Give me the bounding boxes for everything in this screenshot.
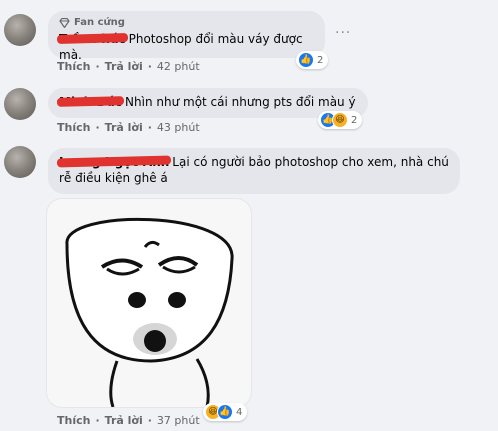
like-icon: 👍	[217, 404, 233, 420]
reply-button[interactable]: Trả lời	[105, 60, 143, 73]
timestamp[interactable]: 43 phút	[157, 121, 200, 134]
comment-actions: Thích · Trả lời · 37 phút	[57, 414, 200, 427]
haha-icon: 😆	[332, 112, 348, 128]
sticker-image[interactable]	[46, 198, 252, 408]
fan-badge-label: Fan cứng	[74, 17, 125, 28]
reaction-count: 2	[317, 54, 324, 66]
avatar[interactable]	[4, 146, 36, 178]
like-button[interactable]: Thích	[57, 121, 90, 134]
reply-button[interactable]: Trả lời	[105, 414, 143, 427]
timestamp[interactable]: 42 phút	[157, 60, 200, 73]
comment-text: Lương Ngọc AnhLại có người bảo photoshop…	[56, 154, 449, 186]
like-icon: 👍	[298, 52, 314, 68]
reaction-count: 4	[236, 406, 243, 418]
comment-body: Nhìn như một cái nhưng pts đổi màu ý	[125, 95, 356, 109]
avatar[interactable]	[4, 88, 36, 120]
reaction-summary[interactable]: 👍 2	[296, 51, 329, 69]
comment-thread: Fan cứng Trần PhúcPhotoshop đổi màu váy …	[0, 0, 498, 431]
fan-badge: Fan cứng	[59, 17, 314, 28]
comment-bubble: Fan cứng Trần PhúcPhotoshop đổi màu váy …	[48, 11, 325, 62]
reaction-count: 2	[351, 114, 358, 126]
reaction-summary[interactable]: 😆 👍 4	[203, 403, 248, 421]
reply-button[interactable]: Trả lời	[105, 121, 143, 134]
avatar[interactable]	[4, 14, 36, 46]
comment-text: Trần PhúcPhotoshop đổi màu váy được mà.	[56, 31, 314, 63]
redaction-mark	[56, 33, 128, 44]
comment-bubble: Lương Ngọc AnhLại có người bảo photoshop…	[48, 148, 460, 194]
author-name[interactable]: Lương Ngọc Anh	[56, 154, 172, 170]
redaction-mark	[56, 96, 125, 107]
comment-actions: Thích · Trả lời · 42 phút	[57, 60, 200, 73]
comment-actions: Thích · Trả lời · 43 phút	[57, 121, 200, 134]
like-button[interactable]: Thích	[57, 414, 90, 427]
author-name[interactable]: Minh Đức	[56, 94, 125, 110]
more-options-icon[interactable]: ···	[335, 25, 351, 41]
meme-face-sticker	[65, 217, 234, 407]
comment-text: Minh ĐứcNhìn như một cái nhưng pts đổi m…	[56, 94, 357, 110]
reaction-summary[interactable]: 👍 😆 2	[318, 111, 363, 129]
diamond-icon	[59, 17, 70, 28]
author-name[interactable]: Trần Phúc	[56, 31, 128, 47]
timestamp[interactable]: 37 phút	[157, 414, 200, 427]
like-button[interactable]: Thích	[57, 60, 90, 73]
